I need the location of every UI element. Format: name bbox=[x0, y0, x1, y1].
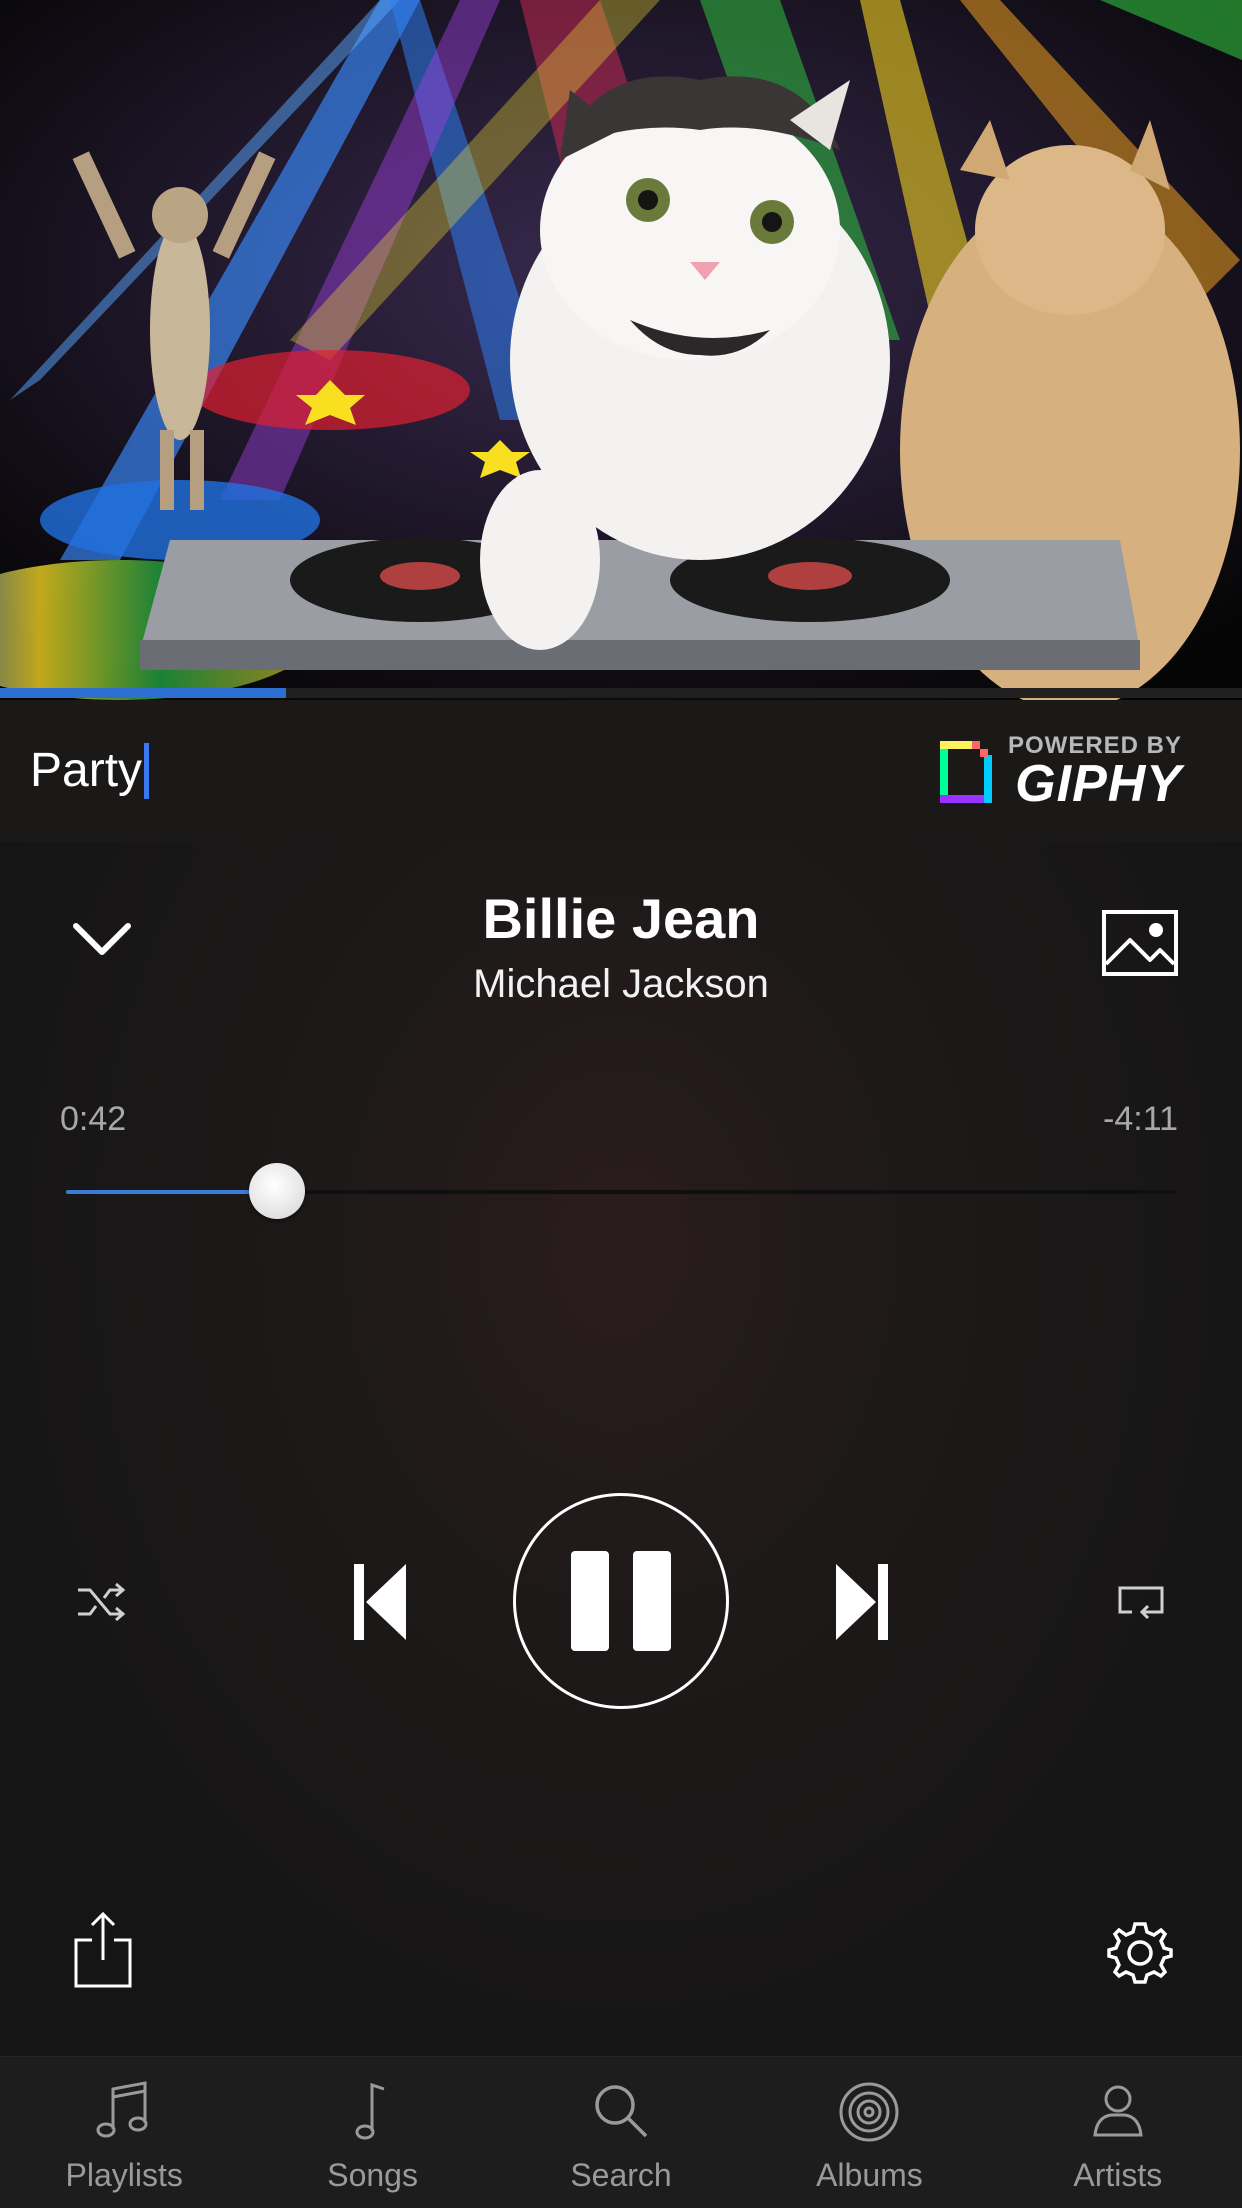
gif-progress-track bbox=[0, 688, 1242, 698]
time-elapsed: 0:42 bbox=[60, 1100, 127, 1138]
repeat-icon bbox=[1118, 1586, 1164, 1620]
music-notes-icon bbox=[96, 2081, 148, 2138]
tab-label: Albums bbox=[816, 2157, 923, 2193]
tab-albums[interactable]: Albums bbox=[745, 2057, 993, 2208]
pause-icon bbox=[571, 1551, 671, 1651]
shuffle-button[interactable] bbox=[76, 1580, 128, 1624]
tab-songs[interactable]: Songs bbox=[248, 2057, 496, 2208]
tab-label: Artists bbox=[1073, 2157, 1163, 2193]
time-remaining: -4:11 bbox=[1103, 1100, 1178, 1138]
music-note-icon bbox=[355, 2082, 385, 2140]
settings-button[interactable] bbox=[1105, 1918, 1175, 1988]
tab-label: Songs bbox=[327, 2157, 418, 2193]
song-title: Billie Jean bbox=[482, 887, 760, 950]
search-icon bbox=[595, 2085, 648, 2138]
seek-slider-thumb[interactable] bbox=[248, 1163, 305, 1219]
tab-label: Search bbox=[570, 2157, 672, 2193]
share-icon bbox=[74, 1911, 132, 1988]
search-input-text: Party bbox=[30, 744, 143, 797]
song-artist: Michael Jackson bbox=[473, 962, 769, 1006]
pause-button[interactable] bbox=[513, 1493, 729, 1709]
tab-artists[interactable]: Artists bbox=[994, 2057, 1242, 2208]
album-icon bbox=[839, 2082, 899, 2142]
artwork-button[interactable] bbox=[1100, 908, 1180, 978]
tab-label: Playlists bbox=[65, 2157, 183, 2193]
text-caret bbox=[144, 743, 150, 799]
next-track-button[interactable] bbox=[832, 1560, 892, 1644]
music-player-screen: Party POWERED BY GIPHY Billie Jean Micha… bbox=[0, 0, 1242, 2208]
giphy-logo-icon bbox=[939, 741, 992, 803]
person-icon bbox=[1093, 2085, 1143, 2137]
share-button[interactable] bbox=[72, 1910, 134, 1990]
dj-cats-gif bbox=[0, 0, 1242, 700]
giphy-wordmark: GIPHY bbox=[1015, 755, 1182, 813]
seek-slider[interactable] bbox=[66, 1163, 1176, 1219]
tab-playlists[interactable]: Playlists bbox=[0, 2057, 248, 2208]
previous-track-button[interactable] bbox=[350, 1560, 410, 1644]
skip-forward-icon bbox=[836, 1564, 888, 1640]
gif-search-input[interactable]: Party bbox=[30, 738, 630, 804]
giphy-gif-image[interactable] bbox=[0, 0, 1242, 700]
collapse-player-button[interactable] bbox=[62, 910, 142, 970]
tab-search[interactable]: Search bbox=[497, 2057, 745, 2208]
repeat-button[interactable] bbox=[1116, 1582, 1166, 1622]
tab-bar: Playlists Songs Search Albums Artists bbox=[0, 2056, 1242, 2208]
giphy-attribution: POWERED BY GIPHY bbox=[938, 734, 1182, 813]
gear-icon bbox=[1107, 1922, 1173, 1984]
image-icon bbox=[1102, 910, 1178, 976]
gif-progress-fill bbox=[0, 688, 286, 698]
chevron-down-icon bbox=[73, 923, 131, 955]
shuffle-icon bbox=[78, 1582, 126, 1622]
skip-back-icon bbox=[354, 1564, 406, 1640]
seek-slider-fill bbox=[66, 1190, 277, 1194]
gif-search-bar: Party POWERED BY GIPHY bbox=[0, 700, 1242, 842]
